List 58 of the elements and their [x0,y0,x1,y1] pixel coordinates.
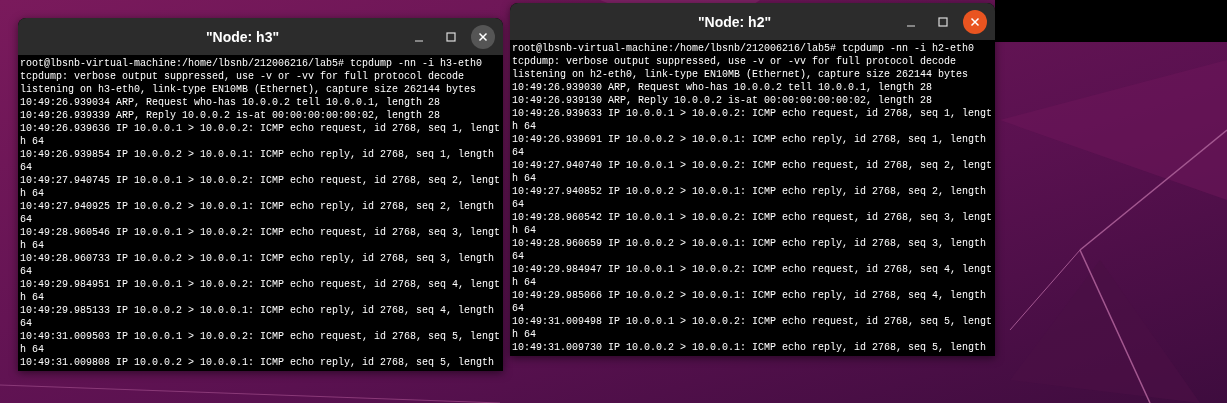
terminal-line: h 64 [20,187,44,200]
terminal-line: h 64 [512,172,536,185]
terminal-line: 10:49:26.939034 ARP, Request who-has 10.0.0.2 tell 10.0.0.1, length 28 [20,96,441,109]
terminal-line: 10:49:31.009808 IP 10.0.0.2 > 10.0.0.1: ICMP echo reply, id 2768, seq 5, length [20,356,495,369]
terminal-line: tcpdump: verbose output suppressed, use -v or -vv for full protocol decode [512,55,957,68]
terminal-line: 10:49:26.939339 ARP, Reply 10.0.0.2 is-at 00:00:00:00:00:02, length 28 [20,109,441,122]
window-title: "Node: h3" [204,28,281,45]
terminal-line: root@lbsnb-virtual-machine:/home/lbsnb/212006216/lab5# tcpdump -nn -i h2-eth0 [512,42,975,55]
terminal-line: 10:49:28.960546 IP 10.0.0.1 > 10.0.0.2: ICMP echo request, id 2768, seq 3, lengt [20,226,501,239]
maximize-icon [446,31,456,42]
terminal-line: h 64 [512,328,536,341]
terminal-line: 10:49:29.984947 IP 10.0.0.1 > 10.0.0.2: ICMP echo request, id 2768, seq 4, lengt [512,263,993,276]
terminal-line: 10:49:26.939030 ARP, Request who-has 10.0.0.2 tell 10.0.0.1, length 28 [512,81,933,94]
terminal-line: 64 [512,146,524,159]
terminal-line: 10:49:31.009503 IP 10.0.0.1 > 10.0.0.2: ICMP echo request, id 2768, seq 5, lengt [20,330,501,343]
close-icon [478,31,488,42]
terminal-line: tcpdump: verbose output suppressed, use -v or -vv for full protocol decode [20,70,465,83]
terminal-line: 10:49:26.939130 ARP, Reply 10.0.0.2 is-at 00:00:00:00:00:02, length 28 [512,94,933,107]
terminal-line: root@lbsnb-virtual-machine:/home/lbsnb/212006216/lab5# tcpdump -nn -i h3-eth0 [20,57,483,70]
terminal-line: 10:49:27.940745 IP 10.0.0.1 > 10.0.0.2: ICMP echo request, id 2768, seq 2, lengt [20,174,501,187]
terminal-line: h 64 [20,291,44,304]
close-icon [970,16,980,27]
terminal-line: 64 [512,250,524,263]
terminal-line: 64 [512,198,524,211]
terminal-line: 10:49:29.985133 IP 10.0.0.2 > 10.0.0.1: ICMP echo reply, id 2768, seq 4, length [20,304,495,317]
terminal-line: 64 [20,265,32,278]
terminal-line: 64 [20,317,32,330]
terminal-line: 10:49:27.940852 IP 10.0.0.2 > 10.0.0.1: ICMP echo reply, id 2768, seq 2, length [512,185,987,198]
terminal-line: 10:49:27.940740 IP 10.0.0.1 > 10.0.0.2: ICMP echo request, id 2768, seq 2, lengt [512,159,993,172]
terminal-line: h 64 [20,135,44,148]
close-button[interactable] [963,9,987,34]
terminal-line: 10:49:29.985066 IP 10.0.0.2 > 10.0.0.1: ICMP echo reply, id 2768, seq 4, length [512,289,987,302]
maximize-icon [938,16,948,27]
terminal-line: 10:49:28.960733 IP 10.0.0.2 > 10.0.0.1: ICMP echo reply, id 2768, seq 3, length [20,252,495,265]
terminal-line: 10:49:31.009730 IP 10.0.0.2 > 10.0.0.1: ICMP echo reply, id 2768, seq 5, length [512,341,987,354]
terminal-line: 64 [20,161,32,174]
terminal-line: 10:49:26.939633 IP 10.0.0.1 > 10.0.0.2: ICMP echo request, id 2768, seq 1, lengt [512,107,993,120]
terminal-line: 10:49:27.940925 IP 10.0.0.2 > 10.0.0.1: ICMP echo reply, id 2768, seq 2, length [20,200,495,213]
terminal-line: h 64 [20,343,44,356]
terminal-line: 10:49:31.009498 IP 10.0.0.1 > 10.0.0.2: ICMP echo request, id 2768, seq 5, lengt [512,315,993,328]
terminal-line: 10:49:26.939854 IP 10.0.0.2 > 10.0.0.1: ICMP echo reply, id 2768, seq 1, length [20,148,495,161]
terminal-line: listening on h2-eth0, link-type EN10MB (Ethernet), capture size 262144 bytes [512,68,969,81]
terminal-line: 10:49:28.960659 IP 10.0.0.2 > 10.0.0.1: ICMP echo reply, id 2768, seq 3, length [512,237,987,250]
terminal-line: h 64 [512,276,536,289]
minimize-icon [415,39,423,42]
minimize-icon [907,24,915,27]
terminal-line: listening on h3-eth0, link-type EN10MB (Ethernet), capture size 262144 bytes [20,83,477,96]
terminal-line: 10:49:28.960542 IP 10.0.0.1 > 10.0.0.2: ICMP echo request, id 2768, seq 3, lengt [512,211,993,224]
terminal-line: h 64 [20,239,44,252]
terminal-line: h 64 [512,224,536,237]
terminal-line: 10:49:29.984951 IP 10.0.0.1 > 10.0.0.2: ICMP echo request, id 2768, seq 4, lengt [20,278,501,291]
terminal-line: 10:49:26.939691 IP 10.0.0.2 > 10.0.0.1: ICMP echo reply, id 2768, seq 1, length [512,133,987,146]
window-title: "Node: h2" [696,13,773,30]
close-button[interactable] [471,24,495,49]
terminal-line: 64 [512,302,524,315]
terminal-line: 64 [20,213,32,226]
terminal-line: 10:49:26.939636 IP 10.0.0.1 > 10.0.0.2: ICMP echo request, id 2768, seq 1, lengt [20,122,501,135]
terminal-line: h 64 [512,120,536,133]
